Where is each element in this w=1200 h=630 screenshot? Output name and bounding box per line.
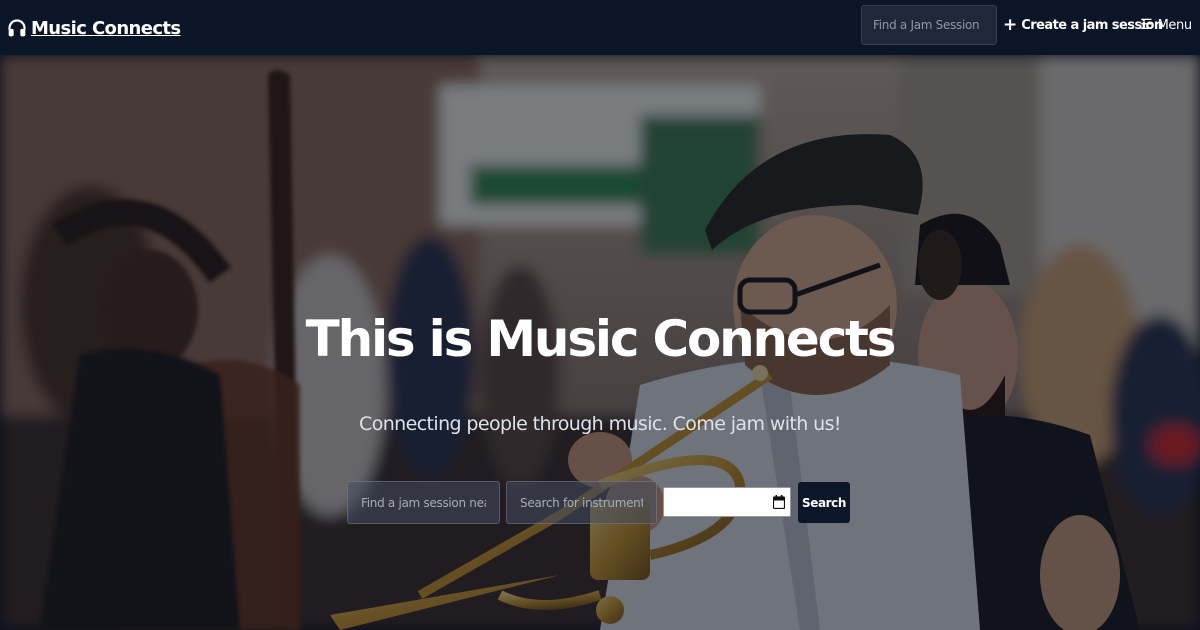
hero-title: This is Music Connects xyxy=(305,310,897,368)
location-search-input[interactable] xyxy=(347,481,500,524)
calendar-icon[interactable] xyxy=(773,495,785,509)
date-picker-input[interactable] xyxy=(663,487,791,517)
navbar: Music Connects + Create a jam session ☰ … xyxy=(0,0,1200,55)
brand-logo-link[interactable]: Music Connects xyxy=(7,16,181,40)
hamburger-icon: ☰ xyxy=(1140,17,1153,33)
menu-label: Menu xyxy=(1157,17,1192,33)
navbar-search-input[interactable] xyxy=(861,5,997,45)
hero-section: This is Music Connects Connecting people… xyxy=(0,55,1200,630)
create-jam-session-link[interactable]: + Create a jam session xyxy=(1003,15,1163,35)
hero-subtitle: Connecting people through music. Come ja… xyxy=(359,413,841,435)
brand-name: Music Connects xyxy=(31,17,181,39)
headphones-icon xyxy=(8,19,26,37)
menu-toggle[interactable]: ☰ Menu xyxy=(1140,15,1192,35)
plus-icon: + xyxy=(1003,14,1018,35)
search-button[interactable]: Search xyxy=(798,482,850,523)
instrument-search-input[interactable] xyxy=(506,481,657,524)
